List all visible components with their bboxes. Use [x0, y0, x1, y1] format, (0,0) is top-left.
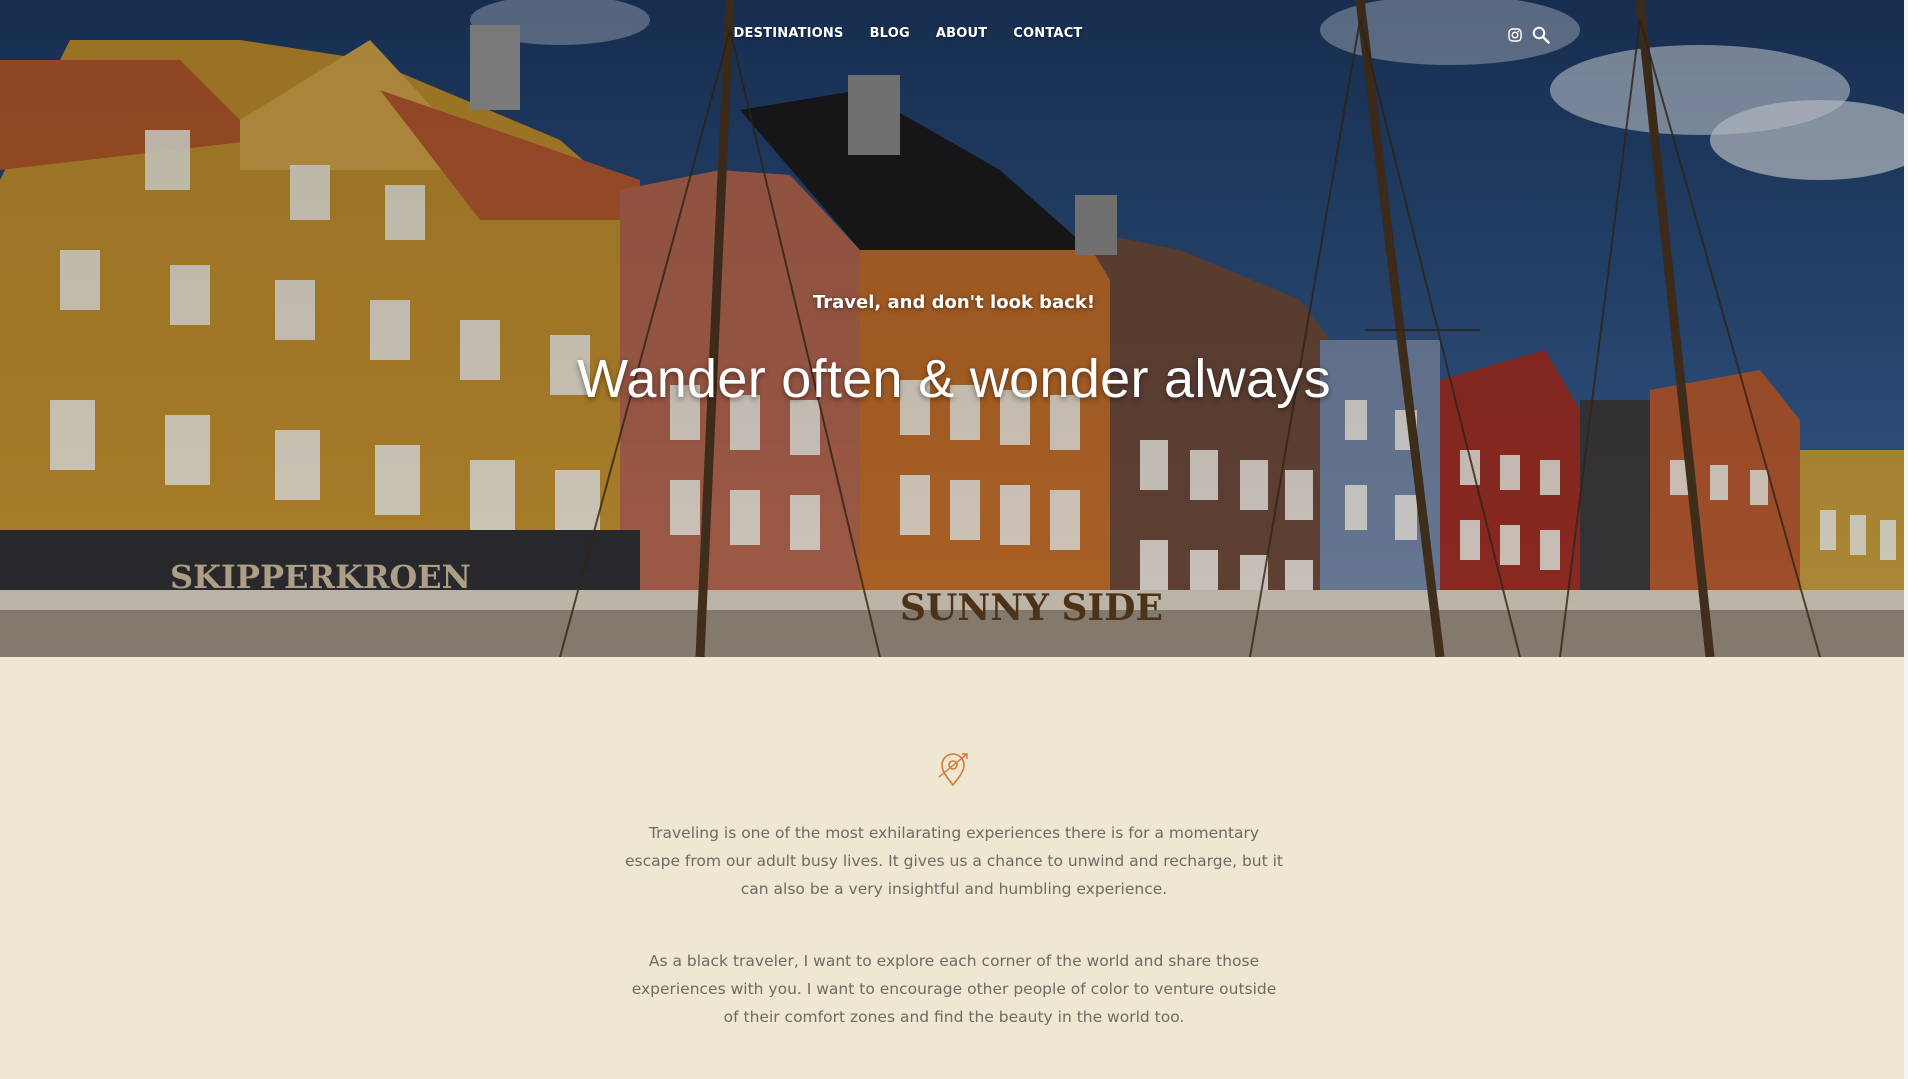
nav-blog[interactable]: BLOG: [870, 26, 910, 41]
nav-about[interactable]: ABOUT: [936, 26, 987, 41]
scrollbar[interactable]: [1904, 0, 1908, 1079]
nav-contact[interactable]: CONTACT: [1013, 26, 1082, 41]
intro-paragraph-2: As a black traveler, I want to explore e…: [631, 952, 1277, 1026]
hero-section: SKIPPERKROEN SUNNY SIDE DES: [0, 0, 1908, 657]
search-icon[interactable]: [1532, 26, 1550, 49]
instagram-icon[interactable]: [1508, 28, 1522, 47]
nav-destinations[interactable]: DESTINATIONS: [734, 26, 844, 41]
intro-section: Traveling is one of the most exhilaratin…: [0, 657, 1908, 1079]
header-icons: [1508, 26, 1550, 49]
map-pin-icon: [938, 753, 968, 787]
main-nav: DESTINATIONS BLOG ABOUT CONTACT: [0, 26, 1862, 41]
hero-headline: Wander often & wonder always: [577, 349, 1331, 409]
intro-paragraph-1: Traveling is one of the most exhilaratin…: [624, 824, 1284, 898]
hero-tagline: Travel, and don't look back!: [812, 292, 1096, 313]
page: SKIPPERKROEN SUNNY SIDE DES: [0, 0, 1908, 1079]
hero-overlay: [0, 0, 1908, 657]
